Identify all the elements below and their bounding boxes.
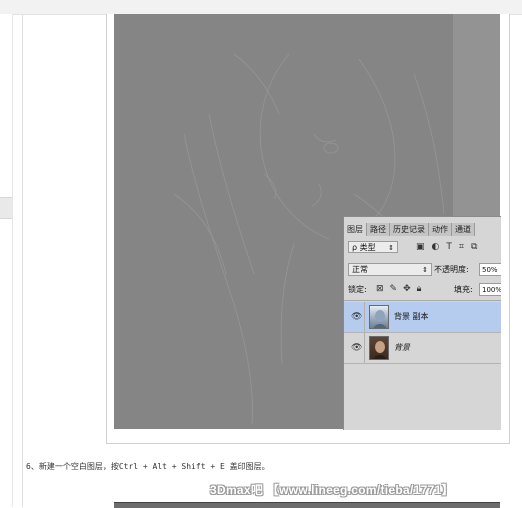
panel-separator xyxy=(344,300,501,301)
smart-object-filter-icon[interactable]: ⧉ xyxy=(471,241,477,253)
tab-history[interactable]: 历史记录 xyxy=(390,223,429,236)
opacity-label: 不透明度: xyxy=(434,265,469,274)
layer-row[interactable]: 👁︎ 背景 xyxy=(344,333,501,364)
eye-icon[interactable]: 👁︎ xyxy=(351,312,362,322)
layer-thumbnail xyxy=(369,305,389,329)
layer-thumbnail xyxy=(369,336,389,360)
opacity-input[interactable]: 50% xyxy=(479,263,501,276)
layer-divider xyxy=(364,333,365,363)
blend-row: 正常 ⇕ 不透明度: 50% xyxy=(348,263,501,277)
fill-input[interactable]: 100% xyxy=(479,283,501,296)
tab-actions[interactable]: 动作 xyxy=(429,223,452,236)
image-filter-icon[interactable]: ▣ xyxy=(416,241,425,253)
blend-mode-select[interactable]: 正常 ⇕ xyxy=(348,263,432,276)
type-filter-icon[interactable]: T xyxy=(446,241,452,253)
panel-tabs: 图层 路径 历史记录 动作 通道 xyxy=(344,223,501,237)
left-gutter xyxy=(0,14,13,507)
eye-icon[interactable]: 👁︎ xyxy=(351,343,362,353)
lock-transparent-icon[interactable]: ⊠ xyxy=(376,283,384,296)
layer-name: 背景 xyxy=(394,343,410,352)
next-image-top xyxy=(114,502,500,508)
lock-position-icon[interactable]: ✥ xyxy=(403,283,411,296)
filter-icons: ▣ ◐ T ⌗ ⧉ xyxy=(416,241,477,253)
top-bar xyxy=(0,0,522,15)
layer-divider xyxy=(364,302,365,332)
shape-filter-icon[interactable]: ⌗ xyxy=(459,241,464,253)
fill-label: 填充: xyxy=(454,285,473,294)
lock-icons: ⊠ ✎ ✥ 🔒︎ xyxy=(376,283,421,296)
layer-row[interactable]: 👁︎ 背景 副本 xyxy=(344,302,501,333)
filter-kind-select[interactable]: ρ 类型 ⇕ xyxy=(348,241,398,253)
blend-mode-value: 正常 xyxy=(352,265,368,274)
side-tab[interactable] xyxy=(0,197,12,219)
dropdown-arrows-icon: ⇕ xyxy=(388,244,394,252)
lock-row: 锁定: ⊠ ✎ ✥ 🔒︎ 填充: 100% xyxy=(348,283,501,297)
filter-row: ρ 类型 ⇕ ▣ ◐ T ⌗ ⧉ xyxy=(348,241,501,255)
adjustment-filter-icon[interactable]: ◐ xyxy=(432,241,440,253)
filter-kind-label: ρ 类型 xyxy=(352,243,376,252)
tab-layers[interactable]: 图层 xyxy=(344,223,367,236)
watermark: 3Dmax吧 【www.lineeg.com/tieba/1771】 xyxy=(210,483,454,497)
dropdown-arrows-icon: ⇕ xyxy=(422,266,428,274)
layer-name: 背景 副本 xyxy=(394,312,429,321)
tab-paths[interactable]: 路径 xyxy=(367,223,390,236)
content-divider xyxy=(22,14,23,507)
layers-panel: 图层 路径 历史记录 动作 通道 ρ 类型 ⇕ ▣ ◐ T ⌗ ⧉ 正常 ⇕ 不… xyxy=(343,216,501,430)
lock-all-icon[interactable]: 🔒︎ xyxy=(417,283,422,296)
lock-label: 锁定: xyxy=(348,285,367,294)
step-caption: 6、新建一个空白图层，按Ctrl + Alt + Shift + E 盖印图层。 xyxy=(26,462,270,471)
lock-paint-icon[interactable]: ✎ xyxy=(390,283,398,296)
tab-channels[interactable]: 通道 xyxy=(452,223,475,236)
